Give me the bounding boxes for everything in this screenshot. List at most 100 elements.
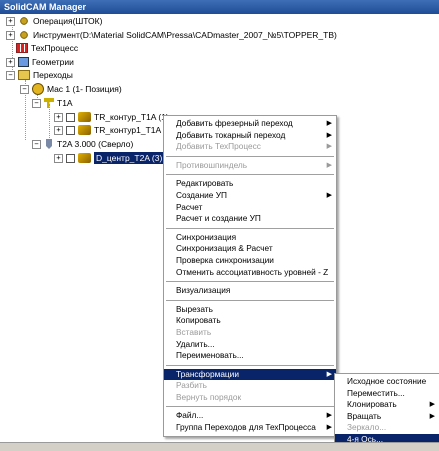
- menu-item-label: Зеркало...: [347, 422, 387, 433]
- menu-item[interactable]: Проверка синхронизации: [164, 255, 336, 267]
- menu-item-label: Расчет и создание УП: [176, 213, 261, 224]
- menu-item-label: Вставить: [176, 326, 212, 337]
- tree-item-label: Переходы: [33, 70, 73, 80]
- submenu-arrow-icon: ▶: [326, 424, 332, 432]
- submenu-arrow-icon: ▶: [429, 401, 435, 409]
- expand-toggle[interactable]: +: [6, 57, 15, 67]
- menu-item[interactable]: Синхронизация & Расчет: [164, 243, 336, 255]
- checkbox[interactable]: [66, 112, 75, 122]
- tree-item-label: Инструмент(D:\Material SolidCAM\Pressa\C…: [33, 30, 337, 40]
- folder-icon: [18, 70, 30, 80]
- submenu-arrow-icon: ▶: [326, 120, 332, 127]
- menu-item-label: Вращать: [347, 410, 382, 421]
- tree-item-transitions[interactable]: − Переходы: [6, 69, 73, 81]
- menu-item[interactable]: Трансформации ▶: [164, 368, 336, 381]
- tree-item-process[interactable]: ТехПроцесс: [16, 42, 78, 54]
- tree-item-op3[interactable]: + D_центр_T2A (3): [54, 152, 165, 164]
- menu-item-label: Синхронизация & Расчет: [176, 243, 273, 254]
- collapse-toggle[interactable]: −: [20, 84, 29, 94]
- tree-item-op1[interactable]: + TR_контур_T1A (1): [54, 111, 169, 123]
- menu-separator: [166, 174, 334, 176]
- tree-item-tool[interactable]: + Инструмент(D:\Material SolidCAM\Pressa…: [6, 29, 337, 41]
- menu-item[interactable]: Отменить ассоциативность уровней - Z: [164, 267, 336, 279]
- menu-item[interactable]: Исходное состояние: [335, 376, 439, 388]
- menu-item[interactable]: Переименовать...: [164, 350, 336, 362]
- menu-item-label: Группа Переходов для ТехПроцесса: [176, 422, 316, 433]
- menu-item[interactable]: Группа Переходов для ТехПроцесса ▶: [164, 422, 336, 434]
- menu-item[interactable]: Удалить...: [164, 339, 336, 351]
- tree-item-mac[interactable]: − Mac 1 (1- Позиция): [20, 83, 122, 95]
- tree-item-label: TR_контур_T1A (1): [94, 112, 169, 122]
- menu-item[interactable]: Редактировать: [164, 178, 336, 190]
- menu-item[interactable]: Расчет и создание УП: [164, 213, 336, 225]
- menu-separator: [166, 227, 334, 229]
- collapse-toggle[interactable]: −: [32, 98, 41, 108]
- menu-item[interactable]: Добавить токарный переход ▶: [164, 130, 336, 142]
- menu-item-label: Переместить...: [347, 387, 405, 398]
- operation-icon: [18, 16, 30, 26]
- menu-item[interactable]: Файл... ▶: [164, 410, 336, 422]
- expand-toggle[interactable]: +: [6, 16, 15, 26]
- tree-item-t1a[interactable]: − T1A: [32, 97, 73, 109]
- menu-item: Разбить: [164, 380, 336, 392]
- menu-item-label: Добавить ТехПроцесс: [176, 141, 261, 152]
- tree-item-operation[interactable]: + Операция(ШТОК): [6, 15, 102, 27]
- menu-item[interactable]: Вырезать: [164, 304, 336, 316]
- collapse-toggle[interactable]: −: [32, 139, 41, 149]
- expand-toggle[interactable]: +: [6, 30, 15, 40]
- menu-item-label: Копировать: [176, 315, 221, 326]
- menu-item-label: Клонировать: [347, 399, 397, 410]
- menu-item[interactable]: Добавить фрезерный переход ▶: [164, 118, 336, 130]
- menu-item[interactable]: Копировать: [164, 315, 336, 327]
- menu-separator: [166, 406, 334, 408]
- transform-submenu[interactable]: Исходное состояние Переместить... Клониров…: [334, 373, 439, 449]
- tree-item-label: T2A 3.000 (Сверло): [57, 139, 134, 149]
- submenu-arrow-icon: ▶: [326, 370, 332, 378]
- operation-icon: [78, 153, 91, 163]
- menu-item-label: Добавить фрезерный переход: [176, 118, 293, 128]
- tree-item-op2[interactable]: + TR_контур1_T1A (1): [54, 124, 174, 136]
- menu-item-label: Отменить ассоциативность уровней - Z: [176, 266, 329, 277]
- menu-item: Вставить: [164, 327, 336, 339]
- expand-toggle[interactable]: +: [54, 125, 63, 135]
- menu-item[interactable]: Расчет: [164, 202, 336, 214]
- window-title: SolidCAM Manager: [0, 0, 439, 14]
- menu-item-label: Вернуть порядок: [176, 391, 242, 402]
- expand-toggle[interactable]: +: [54, 112, 63, 122]
- collapse-toggle[interactable]: −: [6, 70, 15, 80]
- menu-item[interactable]: Переместить...: [335, 388, 439, 400]
- checkbox[interactable]: [66, 125, 75, 135]
- menu-separator: [166, 364, 334, 366]
- machine-icon: [32, 83, 44, 95]
- menu-item[interactable]: Клонировать ▶: [335, 399, 439, 411]
- tree-item-label: TR_контур1_T1A (1): [94, 125, 174, 135]
- checkbox[interactable]: [66, 153, 75, 163]
- process-icon: [16, 43, 28, 53]
- menu-item-label: Визуализация: [176, 285, 231, 296]
- menu-item[interactable]: Синхронизация: [164, 232, 336, 244]
- menu-item-label: Вырезать: [176, 303, 213, 314]
- menu-item-label: Проверка синхронизации: [176, 254, 274, 265]
- drill-icon: [46, 139, 52, 149]
- tool-settings-icon: [18, 30, 30, 40]
- menu-item-label: Исходное состояние: [347, 376, 427, 386]
- tree-item-geometry[interactable]: + Геометрии: [6, 56, 74, 68]
- menu-item-label: Создание УП: [176, 189, 227, 200]
- menu-item[interactable]: Визуализация: [164, 285, 336, 297]
- menu-item-label: Файл...: [176, 410, 204, 421]
- operation-icon: [78, 125, 91, 135]
- tool-icon: [44, 98, 54, 108]
- tree-item-t2a[interactable]: − T2A 3.000 (Сверло): [32, 138, 133, 150]
- submenu-arrow-icon: ▶: [326, 191, 332, 199]
- submenu-arrow-icon: ▶: [429, 412, 435, 420]
- menu-item-label: Редактировать: [176, 178, 234, 189]
- menu-item-label: Переименовать...: [176, 350, 244, 361]
- menu-item[interactable]: Вращать ▶: [335, 411, 439, 423]
- submenu-arrow-icon: ▶: [326, 412, 332, 420]
- expand-toggle[interactable]: +: [54, 153, 63, 163]
- submenu-arrow-icon: ▶: [326, 131, 332, 139]
- menu-item-label: Расчет: [176, 201, 203, 212]
- context-menu[interactable]: Добавить фрезерный переход ▶ Добавить тока…: [163, 115, 337, 437]
- menu-item[interactable]: Создание УП ▶: [164, 190, 336, 202]
- menu-item-label: Удалить...: [176, 338, 215, 349]
